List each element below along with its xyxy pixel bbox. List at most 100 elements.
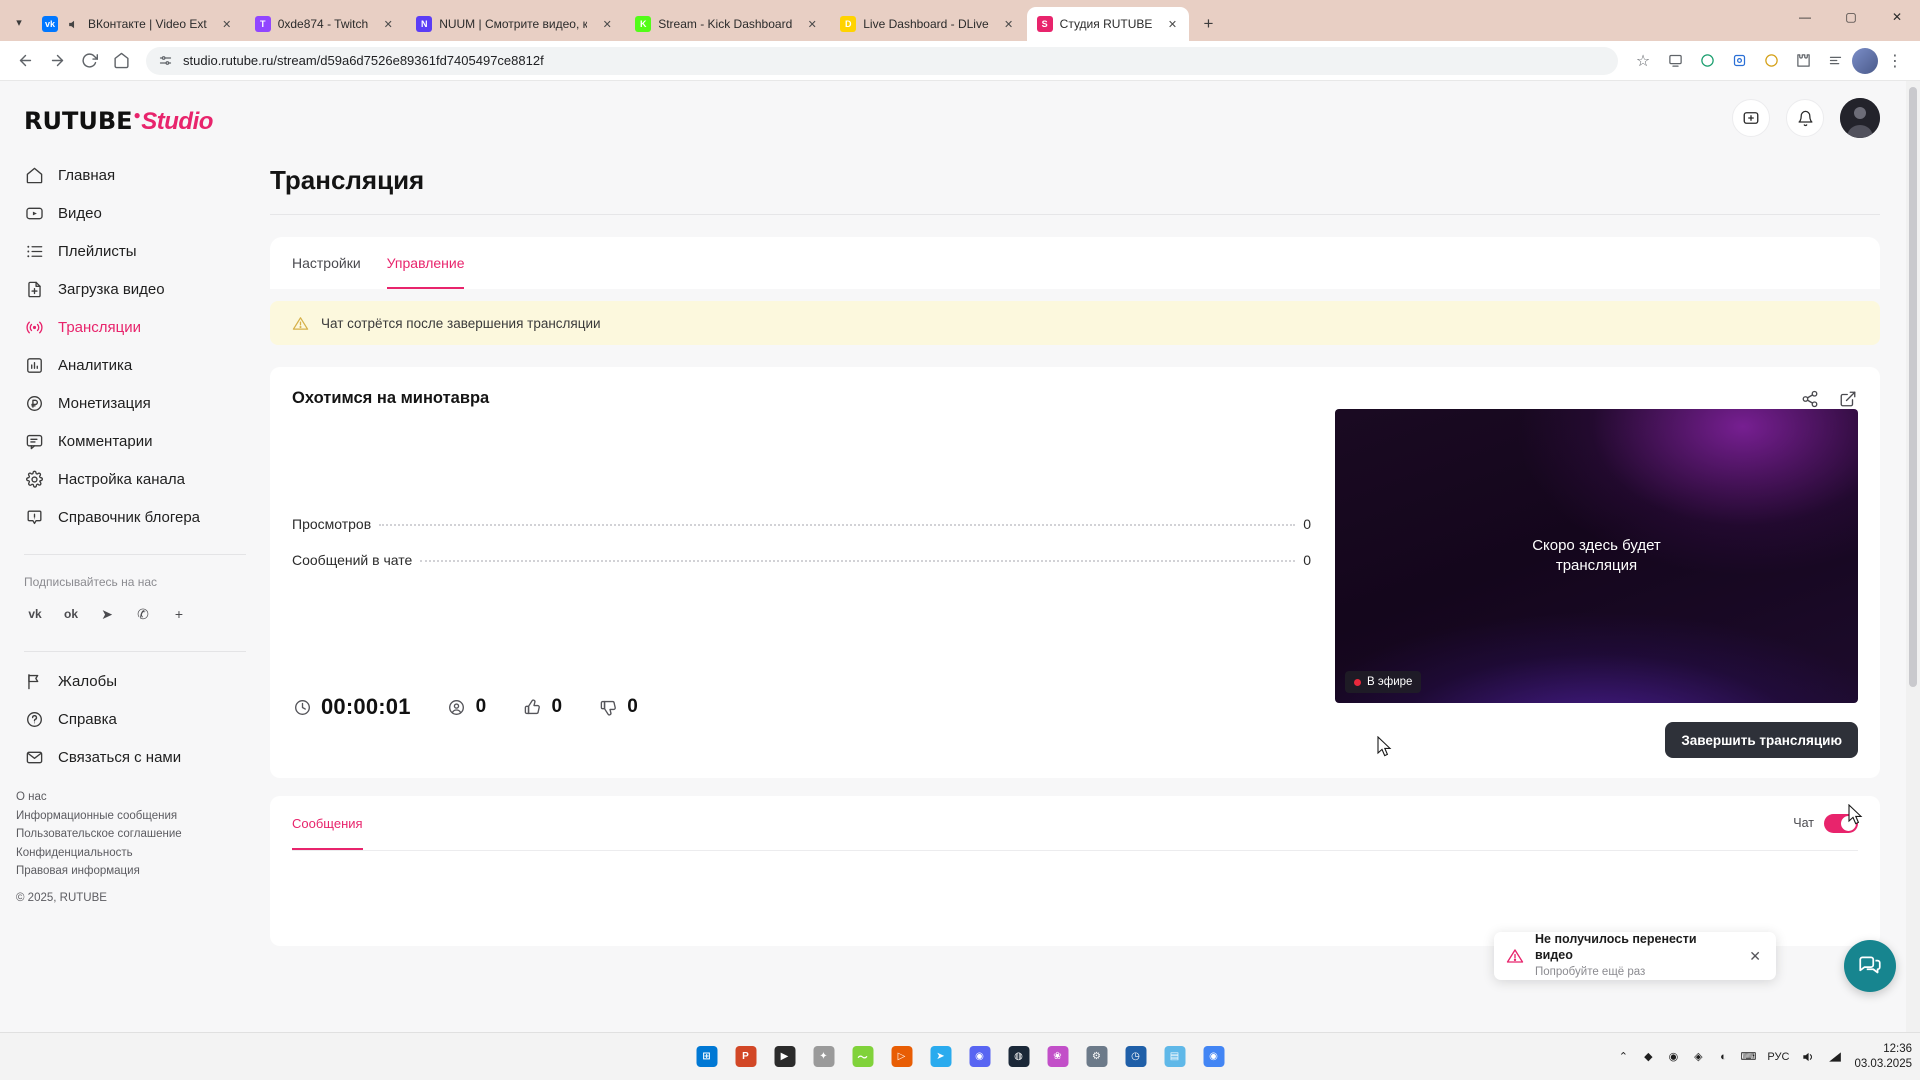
footer-link-1[interactable]: Информационные сообщения [16,809,270,825]
vk-icon[interactable]: vk [20,599,50,629]
reading-list-icon[interactable] [1820,46,1850,76]
volume-icon[interactable] [1800,1049,1816,1065]
bell-icon[interactable] [1786,99,1824,137]
add-stream-icon[interactable] [1732,99,1770,137]
address-bar[interactable]: studio.rutube.ru/stream/d59a6d7526e89361… [146,47,1618,75]
site-settings-icon[interactable] [158,53,173,68]
more-icon[interactable]: + [164,599,194,629]
chrome-app[interactable]: ◉ [1199,1042,1229,1072]
browser-tab-1[interactable]: T0xde874 - Twitch✕ [245,7,406,41]
tab-messages[interactable]: Сообщения [292,796,363,850]
cast-icon[interactable] [1660,46,1690,76]
sidebar-item-4[interactable]: Трансляции [0,308,270,346]
scrollbar-thumb[interactable] [1909,87,1917,687]
toast-close-icon[interactable]: ✕ [1746,947,1764,965]
close-window-button[interactable]: ✕ [1874,0,1920,34]
page-scrollbar[interactable] [1906,81,1920,1032]
metric-value: 0 [476,696,487,718]
app-tray-1[interactable]: ◆ [1640,1049,1656,1065]
user-avatar[interactable] [1840,98,1880,138]
browser-tab-0[interactable]: vkВКонтакте | Video Ext✕ [32,7,244,41]
browser-tab-2[interactable]: NNUUM | Смотрите видео, клип✕ [406,7,624,41]
sidebar-item-5[interactable]: Аналитика [0,346,270,384]
new-tab-button[interactable]: + [1194,10,1222,38]
bookmark-star-icon[interactable]: ☆ [1628,46,1658,76]
sidebar-item-7[interactable]: Комментарии [0,422,270,460]
rutube-favicon: S [1037,16,1053,32]
media-player-app[interactable]: ▶ [770,1042,800,1072]
maximize-button[interactable]: ▢ [1828,0,1874,34]
open-external-icon[interactable] [1838,389,1858,409]
app-glyph: ✦ [813,1046,834,1067]
tab-close-button[interactable]: ✕ [218,15,236,33]
extension-circle-icon[interactable] [1692,46,1722,76]
browser-tab-3[interactable]: KStream - Kick Dashboard✕ [625,7,829,41]
sidebar-item-6[interactable]: Монетизация [0,384,270,422]
browser-profile-avatar[interactable] [1852,48,1878,74]
tab-close-button[interactable]: ✕ [1000,15,1018,33]
start-button[interactable]: ⊞ [692,1042,722,1072]
language-indicator[interactable]: РУС [1767,1051,1789,1063]
photos-app[interactable]: ❀ [1043,1042,1073,1072]
tab-close-button[interactable]: ✕ [803,15,821,33]
chrome-menu-icon[interactable]: ⋮ [1880,46,1910,76]
chat-bubble-icon[interactable] [1844,940,1896,992]
browser-tab-4[interactable]: DLive Dashboard - DLive✕ [830,7,1025,41]
title-divider [270,214,1880,215]
sidebar-item-9[interactable]: Справочник блогера [0,498,270,536]
tab-mute-icon[interactable] [65,16,81,32]
obs-app[interactable]: ✦ [809,1042,839,1072]
streamlabs-app[interactable]: 〜 [848,1042,878,1072]
network-icon[interactable] [1827,1049,1843,1065]
home-icon[interactable] [106,46,136,76]
notepad-app[interactable]: ▤ [1160,1042,1190,1072]
stream-tab-1[interactable]: Управление [387,237,465,289]
tab-close-button[interactable]: ✕ [598,15,616,33]
powerpoint-app[interactable]: P [731,1042,761,1072]
sidebar-bottom-item-2[interactable]: Связаться с нами [0,738,270,776]
ok-icon[interactable]: ok [56,599,86,629]
settings-app[interactable]: ⚙ [1082,1042,1112,1072]
taskbar-clock[interactable]: 12:36 03.03.2025 [1854,1042,1912,1071]
show-hidden-icons[interactable]: ⌃ [1615,1049,1631,1065]
telegram-icon[interactable]: ➤ [92,599,122,629]
app-tray-2[interactable]: ◉ [1665,1049,1681,1065]
stream-tab-0[interactable]: Настройки [292,237,361,289]
chat-toggle[interactable] [1824,814,1858,833]
profile-circle-icon[interactable] [1756,46,1786,76]
tab-close-button[interactable]: ✕ [1163,15,1181,33]
browser-tab-5[interactable]: SСтудия RUTUBE✕ [1027,7,1190,41]
sidebar-item-2[interactable]: Плейлисты [0,232,270,270]
stream-preview[interactable]: Скоро здесь будет трансляция В эфире [1335,409,1858,703]
footer-link-3[interactable]: Конфиденциальность [16,846,270,862]
end-stream-button[interactable]: Завершить трансляцию [1665,722,1858,758]
footer-link-0[interactable]: О нас [16,790,270,806]
sidebar-item-1[interactable]: Видео [0,194,270,232]
keyboard-icon[interactable]: ⌨ [1740,1049,1756,1065]
tab-close-button[interactable]: ✕ [379,15,397,33]
sidebar-bottom-item-0[interactable]: Жалобы [0,662,270,700]
viber-icon[interactable]: ✆ [128,599,158,629]
steam-app[interactable]: ◍ [1004,1042,1034,1072]
minimize-button[interactable]: — [1782,0,1828,34]
forward-icon[interactable] [42,46,72,76]
vlc-app[interactable]: ▷ [887,1042,917,1072]
sidebar-item-3[interactable]: Загрузка видео [0,270,270,308]
footer-link-4[interactable]: Правовая информация [16,864,270,880]
telegram-app[interactable]: ➤ [926,1042,956,1072]
app-tray-4[interactable]: ◐ [1715,1049,1731,1065]
tab-list-chevron-icon[interactable]: ▾ [6,5,32,39]
sidebar-item-0[interactable]: Главная [0,156,270,194]
share-icon[interactable] [1800,389,1820,409]
footer-link-2[interactable]: Пользовательское соглашение [16,827,270,843]
reload-icon[interactable] [74,46,104,76]
extensions-puzzle-icon[interactable] [1788,46,1818,76]
rutube-studio-logo[interactable]: RUTUBE●Studio [0,99,270,156]
screenshot-icon[interactable] [1724,46,1754,76]
app-tray-3[interactable]: ◈ [1690,1049,1706,1065]
sidebar-bottom-item-1[interactable]: Справка [0,700,270,738]
back-icon[interactable] [10,46,40,76]
discord-app[interactable]: ◉ [965,1042,995,1072]
sidebar-item-8[interactable]: Настройка канала [0,460,270,498]
clock-app[interactable]: ◷ [1121,1042,1151,1072]
